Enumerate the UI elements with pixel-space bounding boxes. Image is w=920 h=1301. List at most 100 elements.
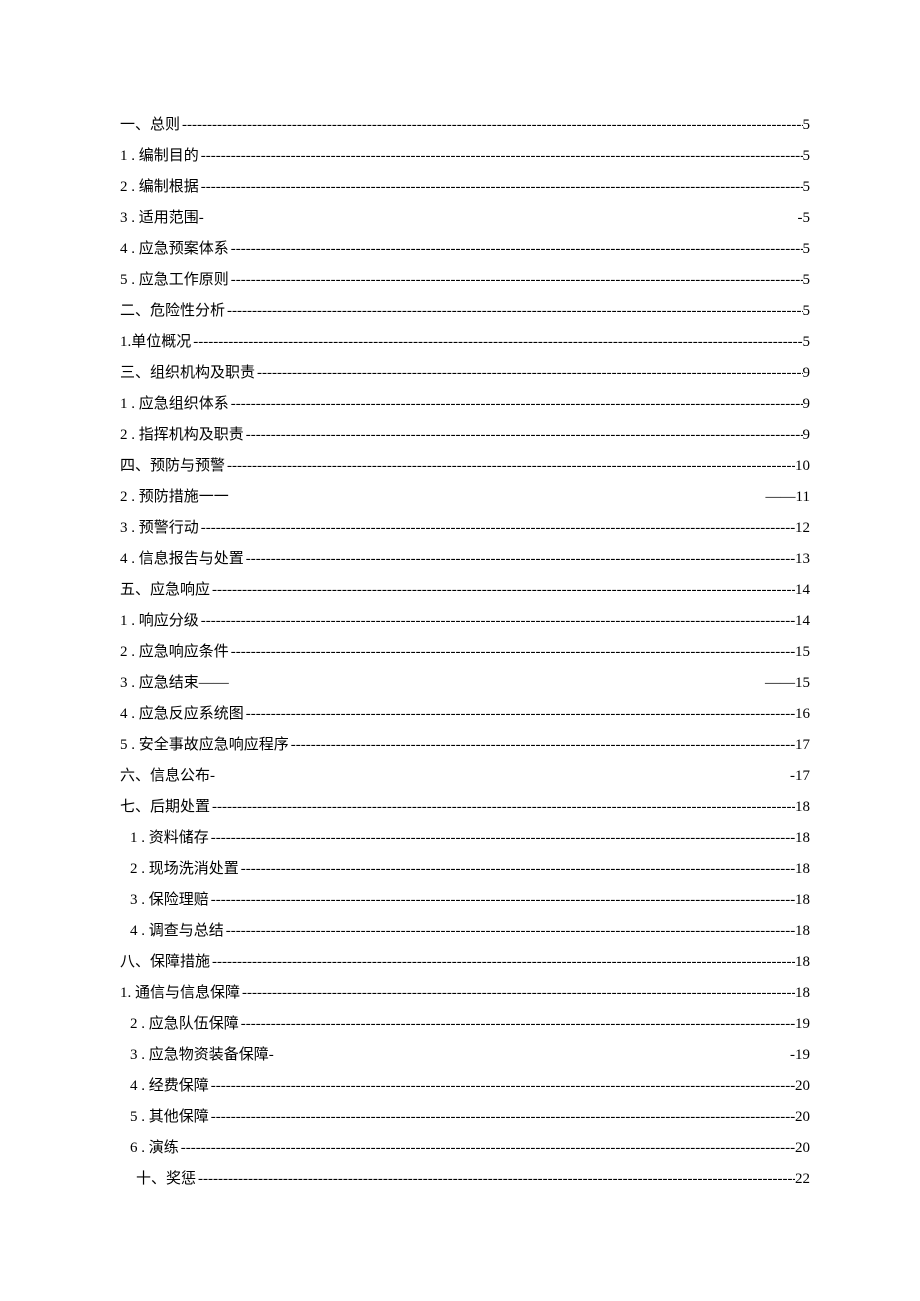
toc-label: 5 . 安全事故应急响应程序 bbox=[120, 730, 289, 761]
toc-label: 二、危险性分析 bbox=[120, 296, 225, 327]
toc-leader-dashes: ----------------------------------------… bbox=[244, 420, 803, 451]
toc-leader-dashes: ----------------------------------------… bbox=[209, 1071, 795, 1102]
toc-label: 3 . 预警行动 bbox=[120, 513, 199, 544]
toc-page-number: 17 bbox=[795, 730, 810, 761]
toc-label: 5 . 其他保障 bbox=[130, 1102, 209, 1133]
toc-entry: 1. 通信与信息保障 -----------------------------… bbox=[120, 978, 810, 1009]
toc-leader-dashes: ----------------------------------------… bbox=[209, 885, 795, 916]
toc-leader-dashes: ----------------------------------------… bbox=[240, 978, 795, 1009]
toc-leader-dashes: ----------------------------------------… bbox=[225, 451, 795, 482]
toc-entry: 2 . 预防措施一一 bbox=[120, 482, 810, 513]
toc-page-number: 5 bbox=[803, 172, 811, 203]
toc-entry: 3 . 适用范围- bbox=[120, 203, 810, 234]
toc-leader-dashes: ----------------------------------------… bbox=[199, 141, 803, 172]
toc-entry: 2 . 指挥机构及职责 ----------------------------… bbox=[120, 420, 810, 451]
toc-label: 1. 通信与信息保障 bbox=[120, 978, 240, 1009]
toc-entry: 六、信息公布- bbox=[120, 761, 810, 792]
toc-label: 3 . 应急结束—— bbox=[120, 668, 229, 699]
toc-page-number: 22 bbox=[795, 1164, 810, 1195]
toc-leader-dashes: ----------------------------------------… bbox=[225, 296, 802, 327]
toc-label: 4 . 调查与总结 bbox=[130, 916, 224, 947]
toc-page-number: ——11 bbox=[766, 482, 810, 513]
toc-label: 2 . 编制根据 bbox=[120, 172, 199, 203]
toc-leader-dashes: ----------------------------------------… bbox=[229, 265, 803, 296]
toc-page-number: 18 bbox=[795, 792, 810, 823]
toc-page-number: 9 bbox=[803, 389, 811, 420]
toc-leader-dashes: ----------------------------------------… bbox=[199, 513, 795, 544]
toc-page-number: -19 bbox=[790, 1040, 810, 1071]
toc-page-number: 5 bbox=[803, 296, 811, 327]
toc-entry: 七、后期处置 ---------------------------------… bbox=[120, 792, 810, 823]
toc-entry: 4 . 调查与总结 ------------------------------… bbox=[120, 916, 810, 947]
toc-entry: 3 . 保险理赔 -------------------------------… bbox=[120, 885, 810, 916]
toc-entry: 1 . 编制目的 -------------------------------… bbox=[120, 141, 810, 172]
toc-leader-dashes: ----------------------------------------… bbox=[209, 1102, 795, 1133]
toc-label: 三、组织机构及职责 bbox=[120, 358, 255, 389]
toc-leader-dashes: ----------------------------------------… bbox=[224, 916, 795, 947]
toc-page-number: 9 bbox=[803, 358, 811, 389]
toc-entry: 2 . 现场洗消处置 -----------------------------… bbox=[120, 854, 810, 885]
toc-leader-dashes: ----------------------------------------… bbox=[229, 234, 803, 265]
toc-label: 2 . 应急响应条件 bbox=[120, 637, 229, 668]
toc-page-number: ——15 bbox=[765, 668, 810, 699]
toc-leader-dashes: ----------------------------------------… bbox=[179, 1133, 795, 1164]
toc-entry: 2 . 应急响应条件 -----------------------------… bbox=[120, 637, 810, 668]
toc-leader-dashes: ----------------------------------------… bbox=[210, 575, 795, 606]
toc-leader-space bbox=[215, 761, 790, 792]
toc-entry: 3 . 应急物资装备保障- bbox=[120, 1040, 810, 1071]
toc-page: 一、总则 -----------------------------------… bbox=[0, 0, 920, 1301]
toc-page-number: 5 bbox=[803, 265, 811, 296]
toc-entry: 2 . 应急队伍保障 -----------------------------… bbox=[120, 1009, 810, 1040]
toc-leader-dashes: ----------------------------------------… bbox=[289, 730, 795, 761]
toc-leader-space bbox=[204, 203, 798, 234]
toc-label: 八、保障措施 bbox=[120, 947, 210, 978]
toc-label: 1 . 资料储存 bbox=[130, 823, 209, 854]
toc-leader-dashes: ----------------------------------------… bbox=[180, 110, 802, 141]
toc-entry: 二、危险性分析 --------------------------------… bbox=[120, 296, 810, 327]
toc-page-number: 19 bbox=[795, 1009, 810, 1040]
toc-label: 4 . 应急反应系统图 bbox=[120, 699, 244, 730]
toc-label: 1 . 应急组织体系 bbox=[120, 389, 229, 420]
toc-page-number: 14 bbox=[795, 575, 810, 606]
toc-label: 1 . 编制目的 bbox=[120, 141, 199, 172]
toc-label: 2 . 指挥机构及职责 bbox=[120, 420, 244, 451]
toc-page-number: 9 bbox=[803, 420, 811, 451]
toc-entry: 1 . 应急组织体系 -----------------------------… bbox=[120, 389, 810, 420]
toc-page-number: 10 bbox=[795, 451, 810, 482]
toc-entry: 1 . 响应分级 -------------------------------… bbox=[120, 606, 810, 637]
toc-page-number: 18 bbox=[795, 885, 810, 916]
toc-leader-dashes: ----------------------------------------… bbox=[244, 544, 795, 575]
toc-page-number: 18 bbox=[795, 854, 810, 885]
toc-page-number: 18 bbox=[795, 978, 810, 1009]
toc-entry: 2 . 编制根据 -------------------------------… bbox=[120, 172, 810, 203]
toc-page-number: -5 bbox=[798, 203, 811, 234]
toc-entry: 五、应急响应 ---------------------------------… bbox=[120, 575, 810, 606]
toc-entry: 3 . 预警行动--------------------------------… bbox=[120, 513, 810, 544]
toc-label: 十、奖惩 bbox=[136, 1164, 196, 1195]
toc-label: 五、应急响应 bbox=[120, 575, 210, 606]
toc-label: 6 . 演练 bbox=[130, 1133, 179, 1164]
toc-label: 1.单位概况 bbox=[120, 327, 191, 358]
toc-label: 2 . 预防措施一一 bbox=[120, 482, 229, 513]
toc-label: 3 . 应急物资装备保障- bbox=[130, 1040, 274, 1071]
toc-entry: 八、保障措施 ---------------------------------… bbox=[120, 947, 810, 978]
toc-label: 四、预防与预警 bbox=[120, 451, 225, 482]
toc-label: 3 . 保险理赔 bbox=[130, 885, 209, 916]
toc-label: 一、总则 bbox=[120, 110, 180, 141]
toc-page-number: 20 bbox=[795, 1133, 810, 1164]
toc-label: 六、信息公布- bbox=[120, 761, 215, 792]
toc-page-number: 15 bbox=[795, 637, 810, 668]
toc-label: 2 . 现场洗消处置 bbox=[130, 854, 239, 885]
toc-leader-dashes: ----------------------------------------… bbox=[210, 792, 795, 823]
toc-leader-dashes: ----------------------------------------… bbox=[244, 699, 795, 730]
toc-page-number: 5 bbox=[803, 234, 811, 265]
toc-leader-dashes: ----------------------------------------… bbox=[199, 606, 795, 637]
toc-entry: 十、奖惩 -----------------------------------… bbox=[120, 1164, 810, 1195]
toc-page-number: 14 bbox=[795, 606, 810, 637]
toc-leader-space bbox=[229, 482, 766, 513]
toc-entry: 4 . 信息报告与处置-----------------------------… bbox=[120, 544, 810, 575]
toc-label: 5 . 应急工作原则 bbox=[120, 265, 229, 296]
toc-label: 4 . 经费保障 bbox=[130, 1071, 209, 1102]
toc-page-number: 18 bbox=[795, 947, 810, 978]
toc-label: 2 . 应急队伍保障 bbox=[130, 1009, 239, 1040]
